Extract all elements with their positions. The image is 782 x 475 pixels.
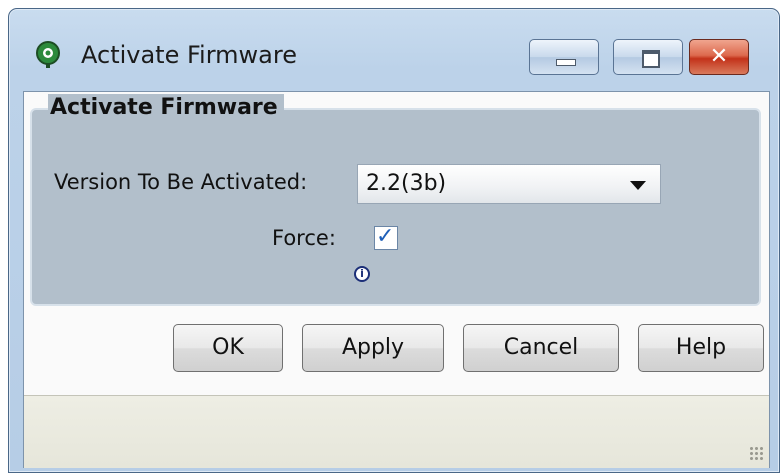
version-select-value: 2.2(3b) xyxy=(366,171,447,196)
minimize-icon xyxy=(556,59,576,66)
firmware-app-icon xyxy=(36,41,60,68)
close-button[interactable]: ✕ xyxy=(689,39,749,75)
status-bar xyxy=(24,395,769,468)
close-icon: ✕ xyxy=(709,44,729,69)
force-checkbox[interactable]: ✓ xyxy=(374,224,398,250)
title-bar[interactable]: Activate Firmware ✕ xyxy=(9,9,779,95)
activate-firmware-group: Activate Firmware Version To Be Activate… xyxy=(30,94,761,306)
help-button[interactable]: Help xyxy=(638,324,764,372)
chevron-down-icon[interactable] xyxy=(630,181,646,190)
version-select[interactable]: 2.2(3b) xyxy=(357,164,661,204)
minimize-button[interactable] xyxy=(529,39,599,75)
maximize-icon xyxy=(642,50,660,68)
force-label: Force: xyxy=(272,226,336,250)
cancel-button[interactable]: Cancel xyxy=(463,324,619,372)
checkmark-icon: ✓ xyxy=(376,224,395,249)
resize-grip-icon[interactable] xyxy=(749,446,763,460)
window-title: Activate Firmware xyxy=(81,41,297,69)
info-icon[interactable]: i xyxy=(354,266,370,282)
group-legend: Activate Firmware xyxy=(48,94,284,122)
ok-button[interactable]: OK xyxy=(173,324,283,372)
dialog-content: Activate Firmware Version To Be Activate… xyxy=(23,91,770,468)
maximize-button[interactable] xyxy=(613,39,683,75)
dialog-window: Activate Firmware ✕ Activate Firmware Ve… xyxy=(8,8,780,473)
version-label: Version To Be Activated: xyxy=(54,170,308,194)
apply-button[interactable]: Apply xyxy=(302,324,444,372)
